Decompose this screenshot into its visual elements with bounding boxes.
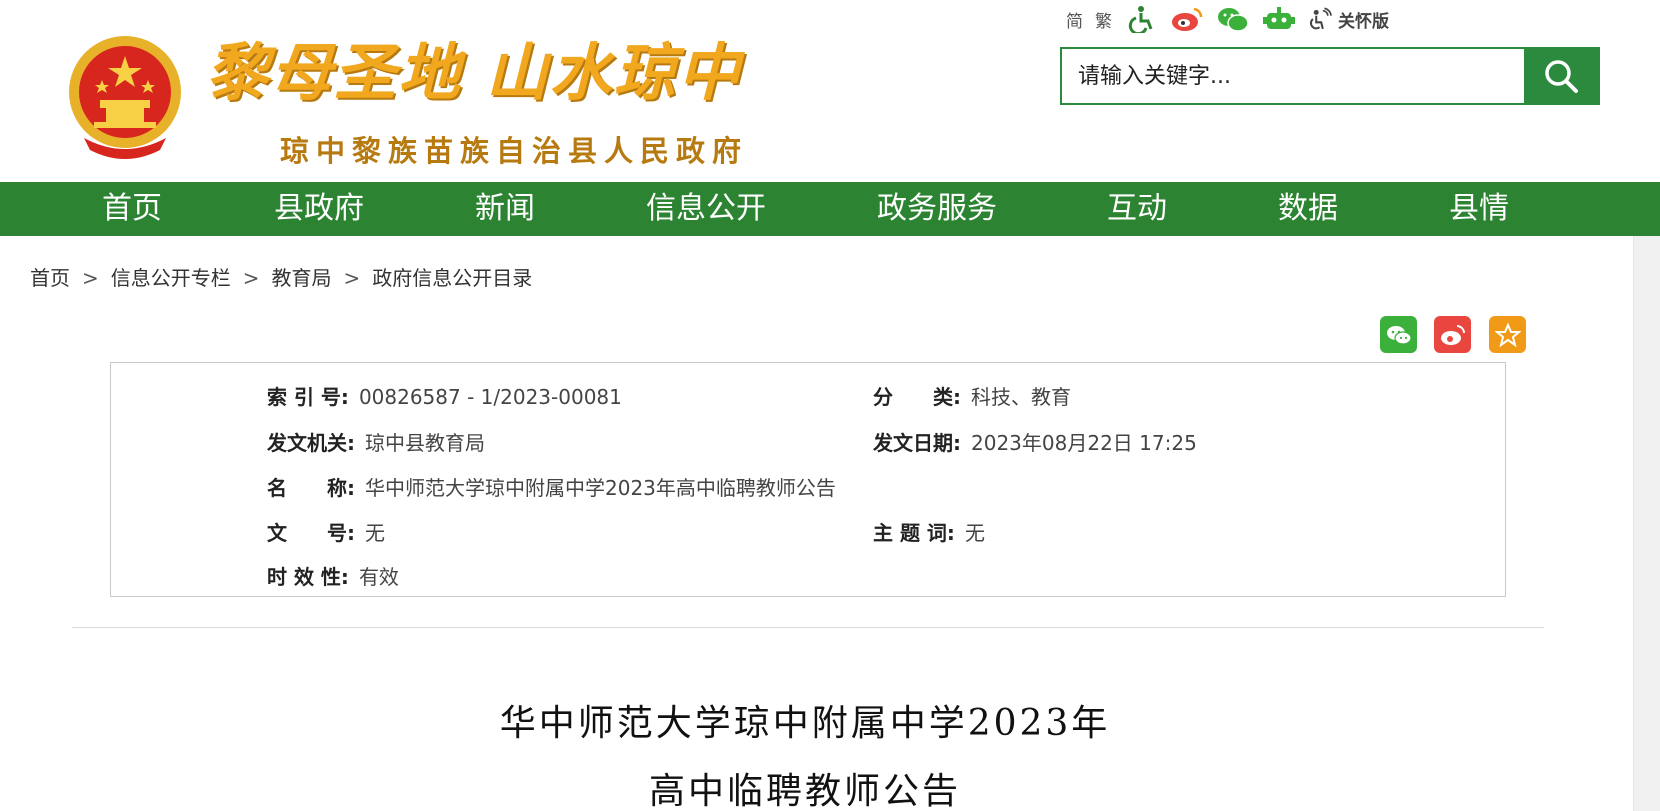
index-row: 索 引 号: 00826587 - 1/2023-00081 xyxy=(267,381,622,410)
breadcrumb-home[interactable]: 首页 xyxy=(30,262,70,291)
breadcrumb-separator: > xyxy=(343,266,361,290)
search-input[interactable] xyxy=(1062,49,1524,103)
name-value: 华中师范大学琼中附属中学2023年高中临聘教师公告 xyxy=(365,476,836,500)
nav-item-interaction[interactable]: 互动 xyxy=(1107,182,1167,236)
index-value: 00826587 - 1/2023-00081 xyxy=(358,385,622,409)
issuer-row: 发文机关: 琼中县教育局 xyxy=(267,427,485,456)
wechat-icon[interactable] xyxy=(1216,5,1250,33)
wechat-icon xyxy=(1386,325,1412,345)
index-label: 索 引 号: xyxy=(267,385,349,409)
name-label: 名 称: xyxy=(267,476,355,500)
nav-item-county-profile[interactable]: 县情 xyxy=(1449,182,1509,236)
category-label: 分 类: xyxy=(873,385,961,409)
national-emblem-icon xyxy=(69,36,181,159)
validity-row: 时 效 性: 有效 xyxy=(267,561,399,590)
breadcrumb-separator: > xyxy=(82,266,99,290)
category-value: 科技、教育 xyxy=(971,385,1071,409)
date-label: 发文日期: xyxy=(873,431,961,455)
search-button[interactable] xyxy=(1524,49,1598,103)
name-row: 名 称: 华中师范大学琼中附属中学2023年高中临聘教师公告 xyxy=(267,472,836,501)
breadcrumb-catalog[interactable]: 政府信息公开目录 xyxy=(372,262,532,291)
docno-value: 无 xyxy=(365,521,385,545)
keyword-label: 主 题 词: xyxy=(873,521,955,545)
validity-label: 时 效 性: xyxy=(267,565,349,589)
nav-item-data[interactable]: 数据 xyxy=(1278,182,1338,236)
scrollbar[interactable] xyxy=(1633,236,1660,811)
main-nav: 首页 县政府 新闻 信息公开 政务服务 互动 数据 县情 xyxy=(0,182,1660,236)
elderly-care-icon xyxy=(1309,7,1332,30)
nav-item-news[interactable]: 新闻 xyxy=(475,182,535,236)
breadcrumb: 首页 > 信息公开专栏 > 教育局 > 政府信息公开目录 xyxy=(30,262,532,291)
nav-item-government-services[interactable]: 政务服务 xyxy=(877,182,997,236)
content-divider xyxy=(72,627,1544,628)
breadcrumb-separator: > xyxy=(242,266,260,290)
docno-label: 文 号: xyxy=(267,521,355,545)
share-weibo-button[interactable] xyxy=(1434,316,1471,353)
robot-icon[interactable] xyxy=(1262,5,1296,33)
document-info-box: 索 引 号: 00826587 - 1/2023-00081 分 类: 科技、教育 … xyxy=(110,362,1506,597)
search-icon xyxy=(1545,60,1578,93)
validity-value: 有效 xyxy=(358,565,399,589)
favorite-icon xyxy=(1494,321,1521,347)
category-row: 分 类: 科技、教育 xyxy=(873,381,1071,410)
date-value: 2023年08月22日 17:25 xyxy=(971,431,1197,455)
keyword-row: 主 题 词: 无 xyxy=(873,517,985,546)
article-title-line-1: 华中师范大学琼中附属中学2023年 xyxy=(499,703,1111,744)
date-row: 发文日期: 2023年08月22日 17:25 xyxy=(873,427,1197,456)
nav-item-information-disclosure[interactable]: 信息公开 xyxy=(646,182,766,236)
docno-row: 文 号: 无 xyxy=(267,517,385,546)
simplified-chinese-link[interactable]: 简 xyxy=(1066,7,1083,32)
accessibility-icon[interactable] xyxy=(1124,5,1158,33)
article-title-line-2: 高中临聘教师公告 xyxy=(648,771,961,811)
share-wechat-button[interactable] xyxy=(1380,316,1417,353)
issuer-label: 发文机关: xyxy=(267,431,355,455)
top-toolbar: 简 繁 关怀版 xyxy=(1066,4,1389,34)
site-subtitle: 琼中黎族苗族自治县人民政府 xyxy=(280,134,749,168)
nav-item-home[interactable]: 首页 xyxy=(102,182,162,236)
site-header: 黎母圣地 山水琼中 琼中黎族苗族自治县人民政府 简 繁 关怀版 请输入关键字..… xyxy=(0,0,1660,182)
keyword-value: 无 xyxy=(964,521,985,545)
nav-item-county-government[interactable]: 县政府 xyxy=(274,182,364,236)
weibo-icon[interactable] xyxy=(1170,5,1204,33)
weibo-icon xyxy=(1440,324,1465,345)
site-slogan: 黎母圣地 山水琼中 xyxy=(206,36,742,109)
traditional-chinese-link[interactable]: 繁 xyxy=(1095,7,1112,32)
breadcrumb-info-column[interactable]: 信息公开专栏 xyxy=(111,262,231,291)
search-bar xyxy=(1060,47,1600,105)
breadcrumb-education-bureau[interactable]: 教育局 xyxy=(272,262,332,291)
care-mode-label: 关怀版 xyxy=(1338,11,1389,32)
issuer-value: 琼中县教育局 xyxy=(365,431,485,455)
share-favorite-button[interactable] xyxy=(1489,316,1526,353)
care-mode-link[interactable]: 关怀版 xyxy=(1308,5,1389,33)
